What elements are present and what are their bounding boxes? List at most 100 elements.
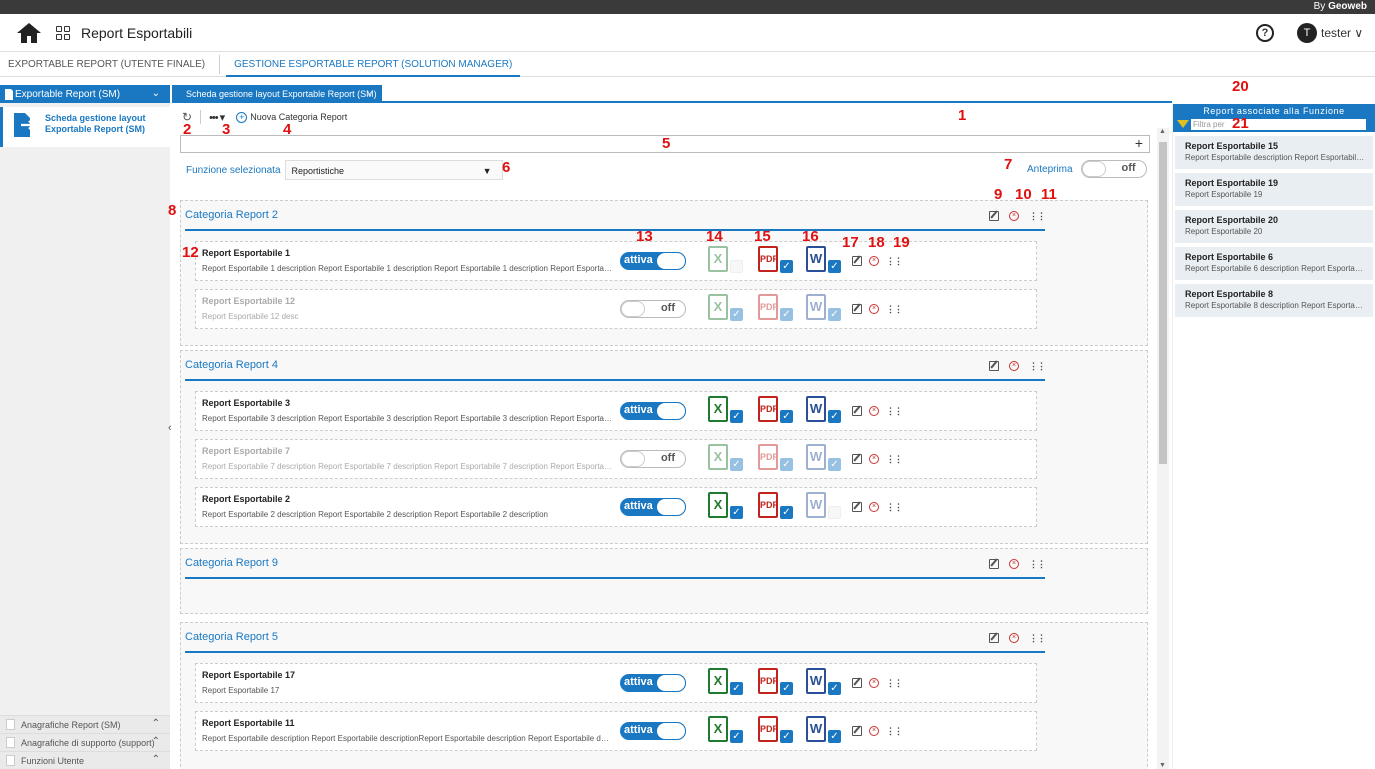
delete-icon[interactable]: ×: [869, 502, 879, 512]
drag-handle-icon[interactable]: ⋮⋮: [886, 406, 903, 416]
delete-icon[interactable]: ×: [1009, 361, 1019, 371]
chevron-up-icon[interactable]: ⌃: [152, 754, 160, 765]
close-icon[interactable]: ×: [367, 85, 372, 103]
pdf-format[interactable]: PDF ✓: [758, 396, 794, 428]
delete-icon[interactable]: ×: [869, 454, 879, 464]
xls-format[interactable]: X ✓: [708, 668, 744, 700]
delete-icon[interactable]: ×: [869, 304, 879, 314]
doc-w-format[interactable]: W: [806, 492, 842, 524]
pdf-format[interactable]: PDF ✓: [758, 444, 794, 476]
edit-icon[interactable]: [852, 502, 862, 512]
doc-w-checkbox[interactable]: ✓: [828, 410, 841, 423]
xls-checkbox[interactable]: ✓: [730, 682, 743, 695]
edit-icon[interactable]: [989, 361, 999, 371]
edit-icon[interactable]: [852, 304, 862, 314]
function-select[interactable]: Reportistiche ▼: [284, 160, 503, 180]
doc-w-format[interactable]: W ✓: [806, 716, 842, 748]
edit-icon[interactable]: [852, 406, 862, 416]
sidebar-section-header[interactable]: Exportable Report (SM) ⌄: [0, 85, 170, 103]
edit-icon[interactable]: [989, 633, 999, 643]
delete-icon[interactable]: ×: [869, 678, 879, 688]
report-active-toggle[interactable]: attiva: [620, 498, 686, 516]
pdf-checkbox[interactable]: ✓: [780, 260, 793, 273]
delete-icon[interactable]: ×: [869, 256, 879, 266]
scroll-up-icon[interactable]: ▲: [1159, 128, 1166, 135]
delete-icon[interactable]: ×: [1009, 211, 1019, 221]
xls-format[interactable]: X ✓: [708, 396, 744, 428]
associated-report-item[interactable]: Report Esportabile 19 Report Esportabile …: [1175, 173, 1373, 206]
edit-icon[interactable]: [989, 211, 999, 221]
pdf-checkbox[interactable]: ✓: [780, 458, 793, 471]
xls-checkbox[interactable]: ✓: [730, 308, 743, 321]
drag-handle-icon[interactable]: ⋮⋮: [886, 726, 903, 736]
report-active-toggle[interactable]: off: [620, 300, 686, 318]
help-icon[interactable]: ?: [1256, 24, 1274, 42]
home-icon[interactable]: [16, 22, 42, 44]
doc-w-format[interactable]: W ✓: [806, 444, 842, 476]
edit-icon[interactable]: [852, 678, 862, 688]
xls-checkbox[interactable]: ✓: [730, 730, 743, 743]
pdf-format[interactable]: PDF ✓: [758, 492, 794, 524]
edit-icon[interactable]: [852, 256, 862, 266]
report-active-toggle[interactable]: off: [620, 450, 686, 468]
delete-icon[interactable]: ×: [869, 726, 879, 736]
scroll-down-icon[interactable]: ▼: [1159, 762, 1166, 769]
report-active-toggle[interactable]: attiva: [620, 674, 686, 692]
edit-icon[interactable]: [989, 559, 999, 569]
pdf-format[interactable]: PDF ✓: [758, 246, 794, 278]
pdf-format[interactable]: PDF ✓: [758, 716, 794, 748]
drag-handle-icon[interactable]: ⋮⋮: [886, 256, 903, 266]
xls-format[interactable]: X: [708, 246, 744, 278]
tab-scheda-gestione-layout[interactable]: Scheda gestione layout Exportable Report…: [172, 85, 382, 103]
xls-checkbox[interactable]: ✓: [730, 458, 743, 471]
pdf-checkbox[interactable]: ✓: [780, 730, 793, 743]
sidebar-section-anagrafiche-report[interactable]: Anagrafiche Report (SM) ⌃: [0, 715, 170, 733]
sidebar-section-anagrafiche-supporto[interactable]: Anagrafiche di supporto (support) ⌃: [0, 733, 170, 751]
doc-w-checkbox[interactable]: [828, 506, 841, 519]
tab-exportable-report[interactable]: EXPORTABLE REPORT (UTENTE FINALE): [0, 53, 213, 77]
associated-report-item[interactable]: Report Esportabile 8 Report Esportabile 8…: [1175, 284, 1373, 317]
associated-report-item[interactable]: Report Esportabile 15 Report Esportabile …: [1175, 136, 1373, 169]
drag-handle-icon[interactable]: ⋮⋮: [1029, 211, 1046, 221]
tab-gestione-esportable-report[interactable]: GESTIONE ESPORTABLE REPORT (SOLUTION MAN…: [226, 53, 521, 77]
drag-handle-icon[interactable]: ⋮⋮: [886, 304, 903, 314]
associated-report-item[interactable]: Report Esportabile 6 Report Esportabile 6…: [1175, 247, 1373, 280]
report-active-toggle[interactable]: attiva: [620, 722, 686, 740]
filter-input[interactable]: Filtra per: [1191, 118, 1366, 130]
xls-checkbox[interactable]: ✓: [730, 506, 743, 519]
doc-w-checkbox[interactable]: ✓: [828, 308, 841, 321]
xls-checkbox[interactable]: ✓: [730, 410, 743, 423]
sidebar-item-scheda-gestione[interactable]: Scheda gestione layout Exportable Report…: [0, 107, 170, 147]
edit-icon[interactable]: [852, 726, 862, 736]
report-active-toggle[interactable]: attiva: [620, 252, 686, 270]
drag-handle-icon[interactable]: ⋮⋮: [1029, 633, 1046, 643]
pdf-checkbox[interactable]: ✓: [780, 410, 793, 423]
doc-w-checkbox[interactable]: ✓: [828, 260, 841, 273]
content-scrollbar[interactable]: ▲ ▼: [1157, 128, 1169, 769]
xls-format[interactable]: X ✓: [708, 492, 744, 524]
pdf-checkbox[interactable]: ✓: [780, 506, 793, 519]
xls-format[interactable]: X ✓: [708, 294, 744, 326]
edit-icon[interactable]: [852, 454, 862, 464]
new-category-button[interactable]: Nuova Categoria Report: [250, 112, 347, 122]
xls-checkbox[interactable]: [730, 260, 743, 273]
pdf-checkbox[interactable]: ✓: [780, 682, 793, 695]
add-circle-icon[interactable]: +: [236, 111, 248, 123]
xls-format[interactable]: X ✓: [708, 444, 744, 476]
pdf-format[interactable]: PDF ✓: [758, 294, 794, 326]
drag-handle-icon[interactable]: ⋮⋮: [1029, 559, 1046, 569]
chevron-up-icon[interactable]: ⌃: [152, 718, 160, 729]
drag-handle-icon[interactable]: ⋮⋮: [886, 678, 903, 688]
drag-handle-icon[interactable]: ⋮⋮: [886, 454, 903, 464]
sidebar-section-funzioni-utente[interactable]: Funzioni Utente ⌃: [0, 751, 170, 769]
chevron-up-icon[interactable]: ⌃: [152, 736, 160, 747]
scroll-thumb[interactable]: [1159, 142, 1167, 464]
doc-w-checkbox[interactable]: ✓: [828, 682, 841, 695]
doc-w-format[interactable]: W ✓: [806, 294, 842, 326]
delete-icon[interactable]: ×: [869, 406, 879, 416]
apps-grid-icon[interactable]: [56, 25, 70, 40]
chevron-down-icon[interactable]: ⌄: [152, 88, 160, 99]
pdf-format[interactable]: PDF ✓: [758, 668, 794, 700]
doc-w-format[interactable]: W ✓: [806, 668, 842, 700]
xls-format[interactable]: X ✓: [708, 716, 744, 748]
